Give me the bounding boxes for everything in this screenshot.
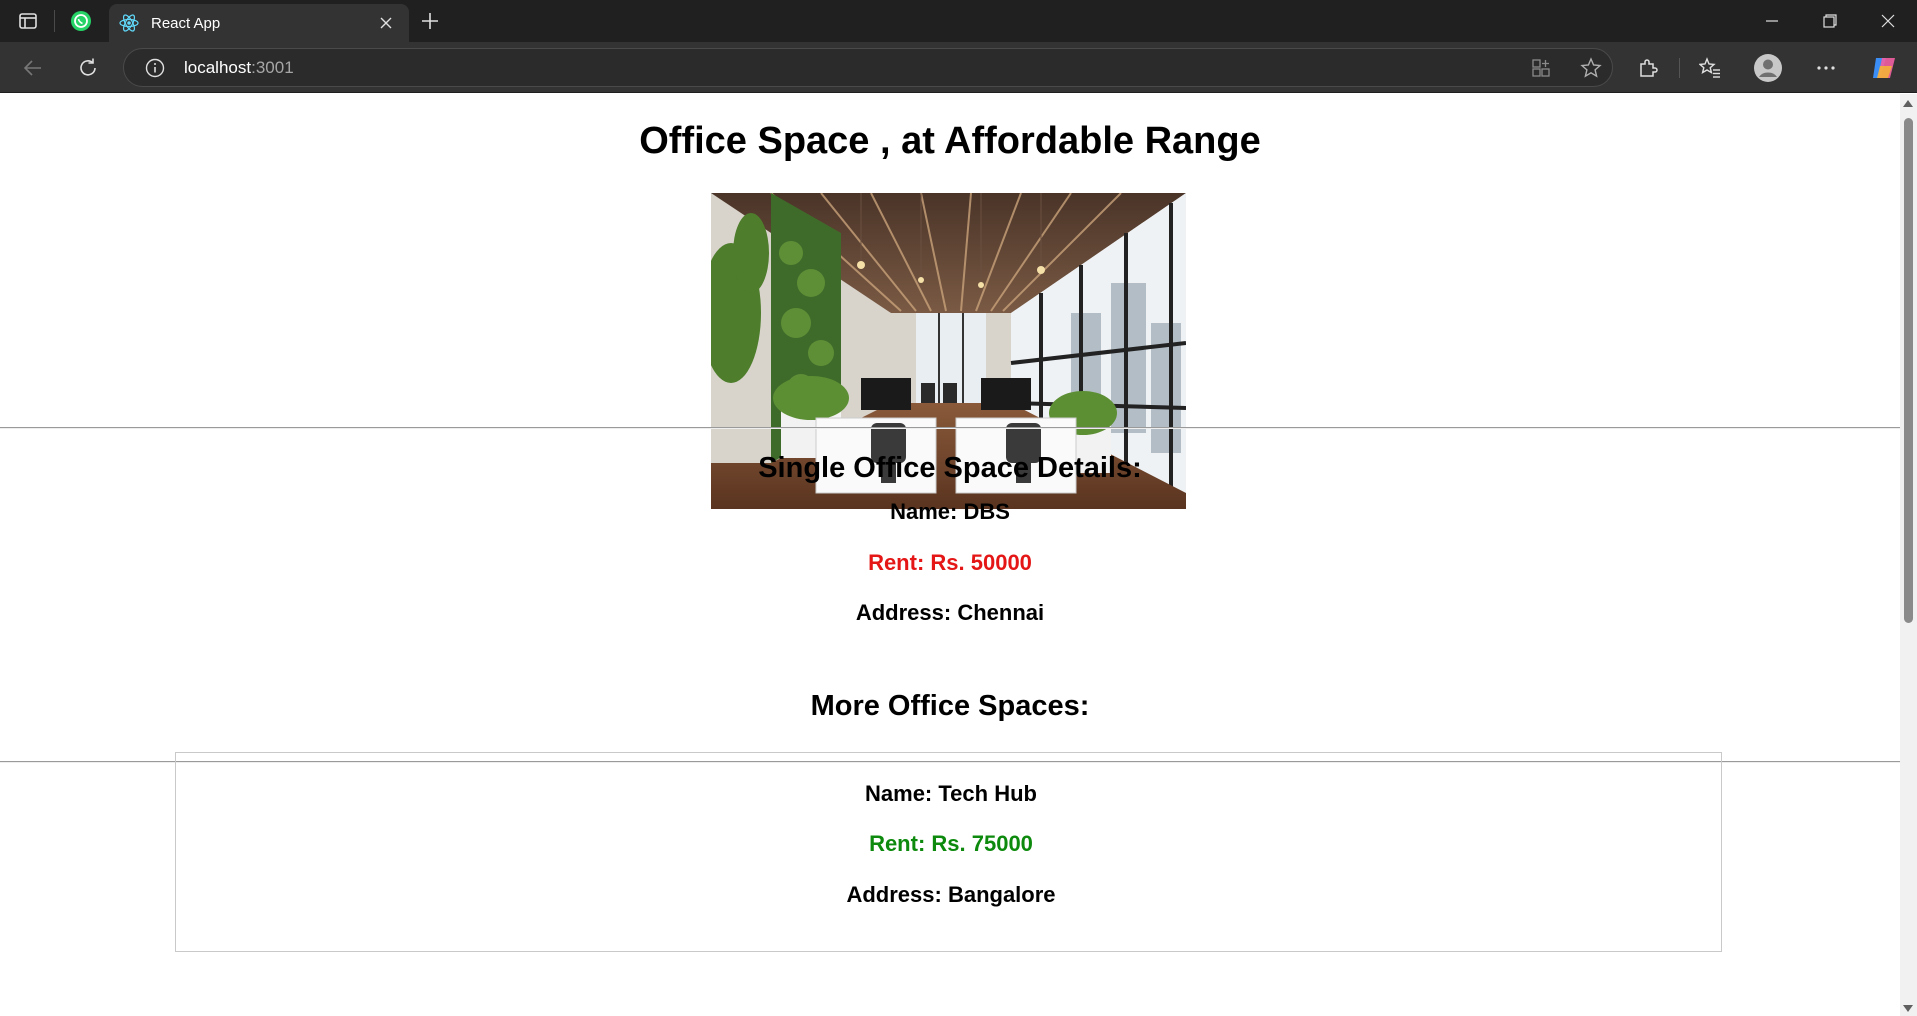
close-icon [1881,14,1895,28]
restore-button[interactable] [1801,0,1859,42]
toolbar-divider [1679,58,1680,78]
tab-separator [54,10,55,32]
app-available-icon[interactable] [1528,55,1554,81]
tab-actions-icon[interactable] [6,0,50,42]
favorites-button[interactable] [1692,50,1728,86]
page-scrollbar[interactable] [1900,94,1917,1016]
section-divider [0,427,1900,429]
arrow-left-icon [23,60,41,76]
tab-react-app[interactable]: React App [109,4,409,42]
favorite-star-icon[interactable] [1578,55,1604,81]
refresh-icon [80,58,96,76]
scroll-thumb[interactable] [1904,118,1913,623]
copilot-button[interactable] [1866,50,1902,86]
office-name: Name: DBS [890,499,1010,524]
office-address: Address: Chennai [855,600,1045,625]
single-office-heading: Single Office Space Details: [758,452,1142,484]
window-controls [1743,0,1917,42]
tab-bar: React App [0,0,1917,42]
office-card-address: Address: Bangalore [846,882,1056,907]
close-window-button[interactable] [1859,0,1917,42]
restore-icon [1823,14,1837,28]
refresh-button[interactable] [70,50,106,86]
url-host: localhost [184,57,252,77]
office-rent: Rent: Rs. 50000 [868,550,1032,575]
new-tab-button[interactable] [412,0,448,42]
copilot-icon [1873,58,1895,78]
minimize-icon [1766,20,1778,22]
scroll-down-icon[interactable] [1903,1005,1913,1012]
url-port: :3001 [251,57,294,77]
react-icon [119,14,139,32]
minimize-button[interactable] [1743,0,1801,42]
extensions-button[interactable] [1630,50,1666,86]
plus-icon [422,13,438,29]
profile-button[interactable] [1750,50,1786,86]
more-offices-heading: More Office Spaces: [810,690,1090,722]
puzzle-icon [1640,59,1658,77]
more-options-button[interactable] [1808,50,1844,86]
whatsapp-icon [71,11,91,31]
back-button[interactable] [15,50,51,86]
browser-toolbar: localhost:3001 [0,42,1917,93]
whatsapp-pinned-tab[interactable] [59,0,103,42]
scroll-up-icon[interactable] [1903,100,1913,107]
avatar-icon [1754,54,1782,82]
office-card-name: Name: Tech Hub [865,781,1037,806]
tab-title: React App [151,14,221,32]
site-info-icon[interactable] [144,57,166,79]
favorites-icon [1699,57,1720,78]
page-viewport: Office Space , at Affordable Range Singl… [0,94,1900,1016]
address-bar[interactable]: localhost:3001 [123,48,1613,87]
ellipsis-icon [1817,66,1835,70]
office-card: Name: Tech Hub Rent: Rs. 75000 Address: … [175,752,1722,952]
page-title: Office Space , at Affordable Range [639,120,1261,162]
office-card-rent: Rent: Rs. 75000 [869,831,1033,856]
close-tab-icon[interactable] [375,12,397,34]
